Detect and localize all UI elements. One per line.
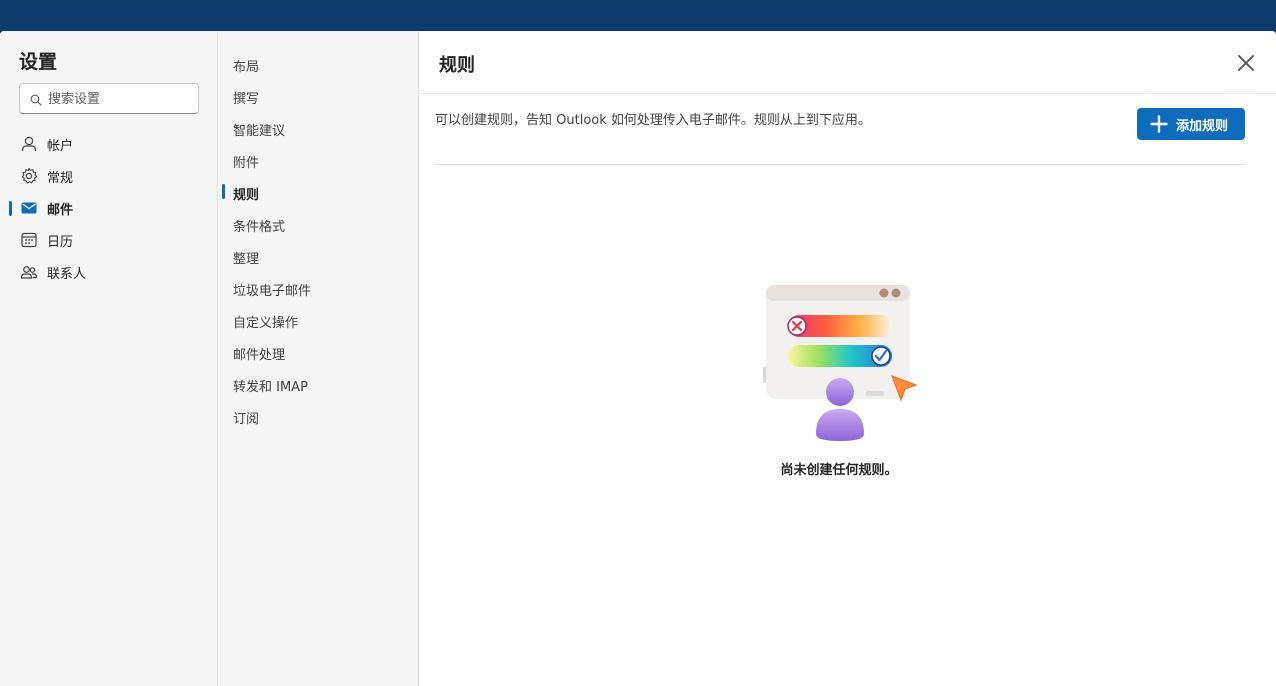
mail-nav-custom-actions[interactable]: 自定义操作 bbox=[219, 287, 418, 331]
nav-item-label: 邮件 bbox=[47, 203, 74, 218]
nav-item-people[interactable]: 联系人 bbox=[0, 257, 218, 289]
mail-nav-attachments[interactable]: 附件 bbox=[219, 127, 418, 171]
mail-settings-nav: 布局 撰写 智能建议 附件 规则 条件格式 整理 垃圾电子邮件 自定义操作 邮件… bbox=[219, 31, 419, 686]
plus-icon bbox=[1150, 115, 1168, 133]
mail-nav-layout[interactable]: 布局 bbox=[219, 31, 418, 75]
search-icon bbox=[30, 94, 42, 106]
rules-empty-illustration bbox=[763, 285, 918, 441]
nav-item-general[interactable]: 常规 bbox=[0, 161, 218, 193]
content-divider bbox=[435, 164, 1245, 165]
app-top-bar bbox=[0, 0, 1276, 31]
mail-nav-compose[interactable]: 撰写 bbox=[219, 63, 418, 107]
close-icon bbox=[1238, 55, 1254, 71]
mail-nav-smart-suggestions[interactable]: 智能建议 bbox=[219, 95, 418, 139]
rules-pane: 规则 可以创建规则，告知 Outlook 如何处理传入电子邮件。规则从上到下应用… bbox=[420, 31, 1276, 686]
mail-nav-forwarding-imap[interactable]: 转发和 IMAP bbox=[219, 351, 418, 395]
nav-item-account[interactable]: 帐户 bbox=[0, 129, 218, 161]
settings-category-nav: 设置 帐户 常规 bbox=[0, 31, 218, 686]
mail-nav-message-handling[interactable]: 邮件处理 bbox=[219, 319, 418, 363]
mail-icon bbox=[21, 202, 37, 214]
close-button[interactable] bbox=[1232, 49, 1260, 77]
people-icon bbox=[20, 266, 38, 279]
add-rule-button[interactable]: 添加规则 bbox=[1137, 108, 1245, 140]
calendar-icon bbox=[21, 232, 37, 248]
nav-item-label: 联系人 bbox=[47, 267, 87, 282]
nav-item-label: 帐户 bbox=[47, 139, 74, 154]
mail-nav-subscriptions[interactable]: 订阅 bbox=[219, 383, 418, 427]
active-indicator bbox=[9, 201, 12, 216]
nav-item-calendar[interactable]: 日历 bbox=[0, 225, 218, 257]
mail-nav-sweep[interactable]: 整理 bbox=[219, 223, 418, 267]
search-box[interactable] bbox=[19, 83, 199, 114]
gear-icon bbox=[21, 167, 38, 184]
mail-nav-label: 订阅 bbox=[233, 412, 260, 427]
header-divider bbox=[420, 93, 1276, 94]
add-rule-label: 添加规则 bbox=[1176, 119, 1229, 134]
settings-dialog: 设置 帐户 常规 bbox=[0, 31, 1276, 686]
nav-item-label: 日历 bbox=[47, 235, 74, 250]
nav-item-label: 常规 bbox=[47, 171, 74, 186]
rules-description: 可以创建规则，告知 Outlook 如何处理传入电子邮件。规则从上到下应用。 bbox=[435, 113, 871, 128]
search-input[interactable] bbox=[48, 89, 193, 109]
mail-nav-conditional-formatting[interactable]: 条件格式 bbox=[219, 191, 418, 235]
mail-nav-junk-email[interactable]: 垃圾电子邮件 bbox=[219, 255, 418, 299]
nav-item-mail[interactable]: 邮件 bbox=[0, 193, 218, 225]
mail-nav-rules[interactable]: 规则 bbox=[219, 159, 418, 203]
page-title: 规则 bbox=[439, 55, 475, 76]
empty-state-text: 尚未创建任何规则。 bbox=[780, 463, 898, 478]
settings-title: 设置 bbox=[19, 51, 58, 73]
person-icon bbox=[21, 136, 37, 152]
